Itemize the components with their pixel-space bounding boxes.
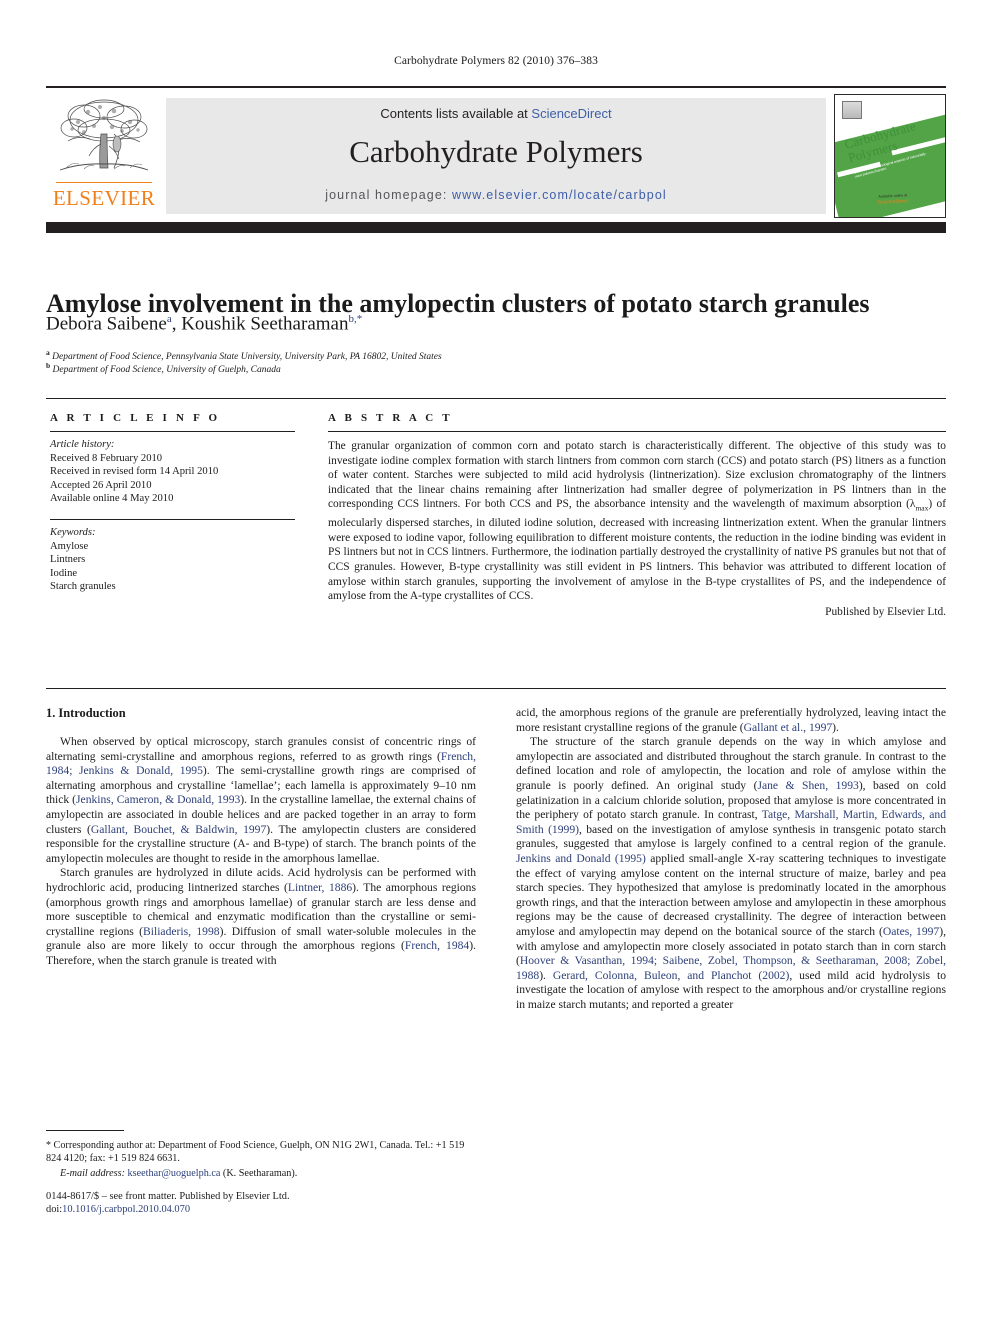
- affiliation-mark: a: [46, 348, 50, 357]
- article-info-rule: [50, 431, 295, 432]
- affiliation: b Department of Food Science, University…: [46, 360, 946, 376]
- contents-available-line: Contents lists available at ScienceDirec…: [166, 106, 826, 121]
- keyword-item: Amylose: [50, 540, 89, 552]
- article-info-section: A R T I C L E I N F O Article history: R…: [50, 412, 295, 594]
- abstract-text: The granular organization of common corn…: [328, 440, 946, 603]
- section-heading-introduction: 1. Introduction: [46, 706, 126, 720]
- email-suffix: (K. Seetharaman).: [220, 1168, 298, 1179]
- elsevier-logo: ELSEVIER: [48, 94, 160, 216]
- citation-link[interactable]: French, 1984; Jenkins & Donald, 1995: [46, 750, 476, 778]
- journal-homepage-line: journal homepage: www.elsevier.com/locat…: [166, 188, 826, 202]
- citation-link[interactable]: Biliaderis, 1998: [143, 925, 220, 938]
- abstract-section: A B S T R A C T The granular organizatio…: [328, 412, 946, 619]
- homepage-url-link[interactable]: www.elsevier.com/locate/carbpol: [452, 188, 667, 202]
- cover-elsevier-mark-icon: [842, 101, 862, 119]
- elsevier-wordmark: ELSEVIER: [52, 186, 156, 210]
- running-head: Carbohydrate Polymers 82 (2010) 376–383: [394, 55, 598, 67]
- corresponding-author-footnote: * Corresponding author at: Department of…: [46, 1139, 476, 1180]
- citation-link[interactable]: Jane & Shen, 1993: [757, 779, 858, 792]
- email-link[interactable]: kseethar@uoguelph.ca: [128, 1168, 221, 1179]
- email-label: E-mail address:: [60, 1168, 125, 1179]
- contents-prefix: Contents lists available at: [380, 106, 532, 121]
- journal-masthead: ELSEVIER Contents lists available at Sci…: [46, 86, 946, 218]
- author-list: Debora Saibenea, Koushik Seetharamanb,*: [46, 313, 363, 335]
- history-item: Received in revised form 14 April 2010: [50, 466, 219, 478]
- keywords-list: Keywords: Amylose Lintners Iodine Starch…: [50, 526, 295, 594]
- author-name: Koushik Seetharaman: [181, 313, 349, 335]
- body-paragraph: The structure of the starch granule depe…: [516, 735, 947, 1011]
- affiliation-mark: b: [46, 361, 51, 370]
- citation-link[interactable]: Lintner, 1886: [288, 881, 352, 894]
- info-band-bottom-rule: [46, 688, 946, 689]
- keyword-item: Iodine: [50, 567, 78, 579]
- masthead-top-rule: [46, 86, 946, 88]
- citation-link[interactable]: French, 1984: [405, 939, 469, 952]
- citation-link[interactable]: Jenkins, Cameron, & Donald, 1993: [76, 793, 240, 806]
- doi-link[interactable]: 10.1016/j.carbpol.2010.04.070: [62, 1204, 190, 1215]
- article-info-separator: [50, 518, 295, 520]
- footnote-text: Corresponding author at: Department of F…: [46, 1140, 465, 1164]
- journal-article-page: Carbohydrate Polymers 82 (2010) 376–383: [0, 0, 992, 1323]
- journal-title: Carbohydrate Polymers: [349, 134, 643, 169]
- contents-panel: Contents lists available at ScienceDirec…: [166, 98, 826, 214]
- author-affiliation-mark[interactable]: b,*: [348, 313, 362, 325]
- article-history: Article history: Received 8 February 201…: [50, 438, 295, 506]
- citation-link[interactable]: Gerard, Colonna, Buleon, and Planchot (2…: [553, 969, 789, 982]
- abstract-rule: [328, 431, 946, 432]
- footnote-rule: [46, 1130, 124, 1131]
- author-affiliation-mark: a: [166, 313, 172, 325]
- citation-link[interactable]: Gallant et al., 1997: [744, 721, 833, 734]
- body-paragraph: acid, the amorphous regions of the granu…: [516, 706, 946, 734]
- citation-link[interactable]: Tatge, Marshall, Martin, Edwards, and Sm…: [516, 808, 946, 836]
- elsevier-tree-icon: [59, 99, 149, 171]
- abstract-body: The granular organization of common corn…: [328, 439, 946, 619]
- elsevier-wordmark-rule: [56, 182, 152, 183]
- keyword-item: Lintners: [50, 554, 86, 566]
- doi-label: doi:: [46, 1204, 63, 1216]
- citation-link[interactable]: Oates, 1997: [883, 925, 939, 938]
- homepage-label: journal homepage:: [325, 188, 453, 202]
- right-column-paragraphs: acid, the amorphous regions of the granu…: [516, 706, 946, 1012]
- email-line: E-mail address: kseethar@uoguelph.ca (K.…: [46, 1167, 476, 1180]
- keyword-item: Starch granules: [50, 581, 116, 593]
- abstract-copyright: Published by Elsevier Ltd.: [825, 605, 946, 618]
- journal-cover-thumbnail: Carbohydrate Polymers Scientific and tec…: [834, 94, 946, 218]
- history-item: Available online 4 May 2010: [50, 493, 174, 505]
- lambda-max-symbol: λmax: [909, 498, 929, 513]
- citation-link[interactable]: Jenkins and Donald (1995): [516, 852, 646, 865]
- masthead-black-band: [46, 222, 946, 233]
- affiliation-text: Department of Food Science, University o…: [52, 365, 281, 376]
- body-column-left: 1. Introduction When observed by optical…: [46, 706, 476, 1086]
- imprint-block: 0144-8617/$ – see front matter. Publishe…: [46, 1190, 476, 1217]
- body-paragraph: Starch granules are hydrolyzed in dilute…: [46, 866, 476, 967]
- info-band-top-rule: [46, 398, 946, 399]
- cover-artwork: Carbohydrate Polymers Scientific and tec…: [835, 95, 945, 217]
- body-paragraph: When observed by optical microscopy, sta…: [46, 735, 476, 865]
- history-item: Accepted 26 April 2010: [50, 479, 152, 491]
- keywords-label: Keywords:: [50, 526, 96, 538]
- sciencedirect-link[interactable]: ScienceDirect: [531, 106, 611, 121]
- article-history-label: Article history:: [50, 439, 115, 450]
- left-column-paragraphs: When observed by optical microscopy, sta…: [46, 735, 476, 969]
- author-name: Debora Saibene: [46, 313, 167, 335]
- body-column-right: acid, the amorphous regions of the granu…: [516, 706, 946, 1251]
- citation-link[interactable]: Gallant, Bouchet, & Baldwin, 1997: [91, 823, 266, 836]
- history-item: Received 8 February 2010: [50, 452, 163, 464]
- front-matter-line: 0144-8617/$ – see front matter. Publishe…: [46, 1191, 290, 1202]
- article-info-heading: A R T I C L E I N F O: [50, 412, 221, 424]
- abstract-heading: A B S T R A C T: [328, 412, 453, 424]
